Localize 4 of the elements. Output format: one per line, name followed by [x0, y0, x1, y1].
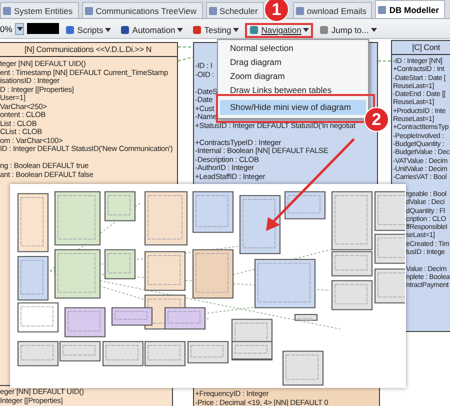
entity-title: [C] Cont — [392, 41, 450, 55]
step-badge: 2 — [364, 107, 389, 132]
zoom-level: 0% — [0, 24, 12, 34]
entity-title: [N] Communications <<V.D.L.Di.>> N — [0, 43, 177, 57]
